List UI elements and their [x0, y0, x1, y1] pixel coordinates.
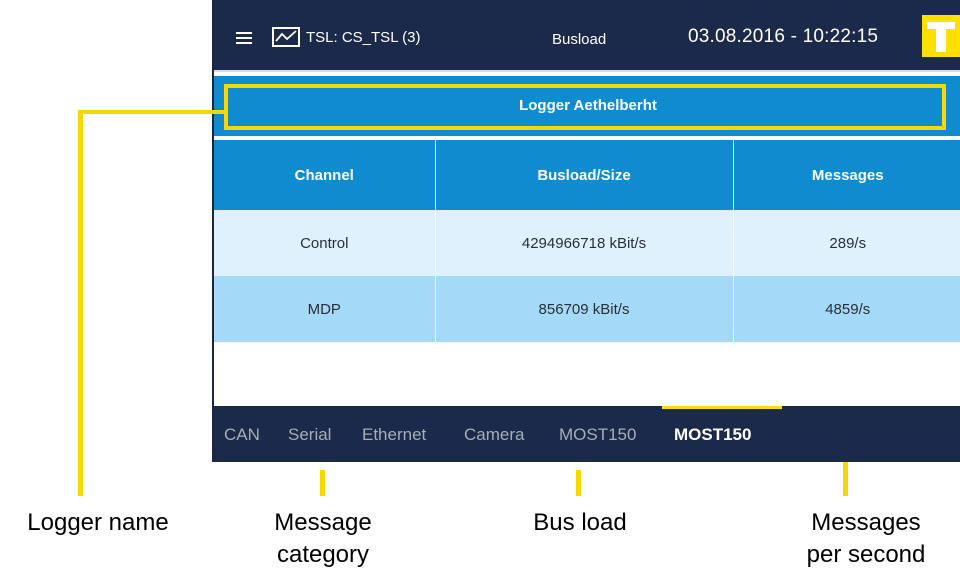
- column-header-busload: Busload/Size: [435, 140, 734, 210]
- busload-table: Channel Busload/Size Messages Control 42…: [214, 140, 960, 342]
- page-title: Busload: [552, 31, 607, 48]
- cell-messages: 4859/s: [733, 276, 960, 342]
- connector-horizontal: [78, 110, 224, 114]
- table-row[interactable]: MDP 856709 kBit/s 4859/s: [214, 276, 960, 342]
- connector-vertical: [78, 110, 83, 496]
- caption-messages-1: Messages: [811, 509, 921, 536]
- tab-camera[interactable]: Camera: [464, 425, 524, 445]
- menu-icon[interactable]: [236, 32, 252, 44]
- app-screen: TSL: CS_TSL (3) Busload 03.08.2016 - 10:…: [212, 0, 960, 462]
- active-tab-indicator: [662, 406, 782, 409]
- category-tab-bar: CAN Serial Ethernet Camera MOST150 MOST1…: [214, 406, 960, 462]
- divider: [214, 70, 960, 72]
- caption-bus-load: Bus load: [533, 509, 627, 536]
- tsl-selector[interactable]: TSL: CS_TSL (3): [306, 29, 420, 46]
- connector-category: [320, 470, 325, 496]
- tab-ethernet[interactable]: Ethernet: [362, 425, 426, 445]
- connector-messages: [843, 462, 848, 496]
- cell-channel: MDP: [214, 276, 436, 342]
- line-chart-icon[interactable]: [272, 27, 300, 47]
- cell-channel: Control: [214, 210, 436, 276]
- tab-serial[interactable]: Serial: [288, 425, 331, 445]
- datetime-display: 03.08.2016 - 10:22:15: [688, 26, 879, 47]
- tab-most150-b[interactable]: MOST150: [674, 425, 751, 445]
- logger-name-highlight: [224, 84, 946, 130]
- table-header-row: Channel Busload/Size Messages: [214, 140, 960, 210]
- column-header-channel: Channel: [214, 140, 436, 210]
- cell-busload: 4294966718 kBit/s: [435, 210, 734, 276]
- caption-messages-2: per second: [806, 541, 926, 568]
- connector-busload: [576, 470, 581, 496]
- cell-messages: 289/s: [733, 210, 960, 276]
- top-app-bar: TSL: CS_TSL (3) Busload 03.08.2016 - 10:…: [214, 0, 960, 70]
- cell-busload: 856709 kBit/s: [435, 276, 734, 342]
- caption-message-category-1: Message: [274, 509, 372, 536]
- caption-message-category-2: category: [276, 541, 370, 568]
- tab-can[interactable]: CAN: [224, 425, 260, 445]
- table-row[interactable]: Control 4294966718 kBit/s 289/s: [214, 210, 960, 276]
- t-logo-icon: [922, 15, 960, 57]
- column-header-messages: Messages: [733, 140, 960, 210]
- caption-logger-name: Logger name: [27, 509, 169, 536]
- tab-most150-a[interactable]: MOST150: [559, 425, 636, 445]
